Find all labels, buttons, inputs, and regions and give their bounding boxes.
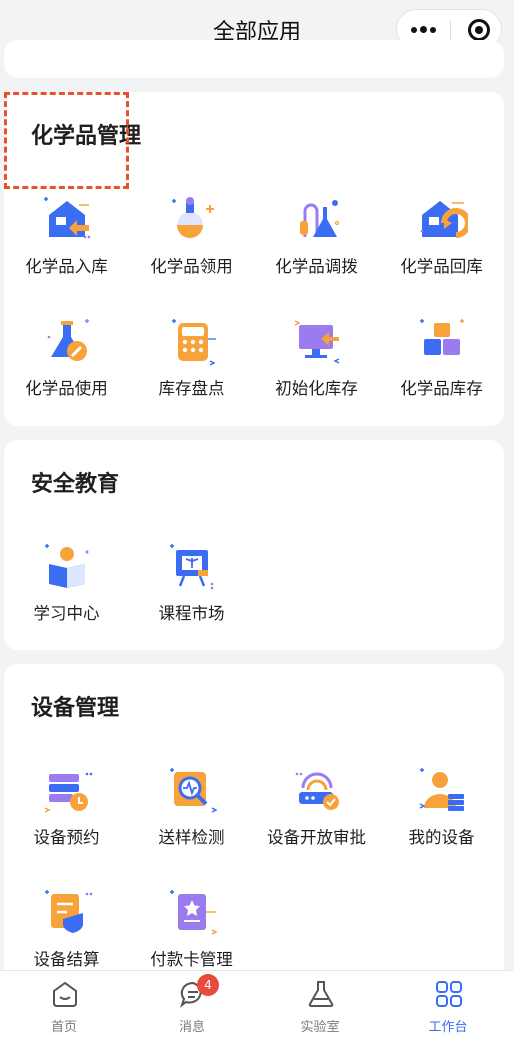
magnifier-pulse-icon bbox=[170, 768, 218, 813]
dot-icon bbox=[420, 26, 427, 33]
dot-icon bbox=[430, 27, 436, 33]
dot-icon bbox=[411, 27, 417, 33]
tab-home[interactable]: 首页 bbox=[0, 971, 128, 1042]
app-chemical-inbound[interactable]: 化学品入库 bbox=[4, 183, 129, 293]
app-chemical-usage[interactable]: 化学品使用 bbox=[4, 305, 129, 415]
app-chemical-stock[interactable]: 化学品库存 bbox=[379, 305, 504, 415]
boxes-stack-icon bbox=[420, 319, 464, 355]
app-label: 设备开放审批 bbox=[267, 828, 366, 847]
app-label: 化学品入库 bbox=[25, 257, 108, 276]
flask-hand-icon bbox=[172, 197, 214, 238]
capsule-divider bbox=[450, 20, 451, 40]
previous-section-card bbox=[4, 40, 504, 78]
calculator-icon bbox=[172, 319, 216, 366]
app-label: 设备预约 bbox=[33, 828, 100, 847]
section-title: 设备管理 bbox=[31, 696, 120, 721]
grid-apps-icon bbox=[436, 981, 462, 1007]
test-tube-transfer-icon bbox=[300, 200, 340, 237]
monitor-import-icon bbox=[294, 320, 340, 364]
app-label: 学习中心 bbox=[33, 604, 100, 623]
app-label: 初始化库存 bbox=[275, 379, 358, 398]
reading-book-icon bbox=[45, 544, 89, 588]
app-label: 化学品库存 bbox=[400, 379, 483, 398]
app-label: 设备结算 bbox=[33, 950, 100, 969]
star-card-icon bbox=[170, 890, 218, 935]
flask-icon bbox=[308, 981, 334, 1007]
app-chemical-transfer[interactable]: 化学品调拨 bbox=[254, 183, 379, 293]
app-label: 化学品领用 bbox=[150, 257, 233, 276]
presentation-board-icon bbox=[170, 544, 214, 590]
tab-label: 首页 bbox=[50, 1020, 77, 1035]
tab-label: 工作台 bbox=[428, 1020, 468, 1035]
app-label: 化学品回库 bbox=[400, 257, 483, 276]
tab-messages[interactable]: 4 消息 bbox=[128, 971, 256, 1042]
app-inventory-check[interactable]: 库存盘点 bbox=[129, 305, 254, 415]
app-label: 库存盘点 bbox=[158, 379, 225, 398]
app-my-equipment[interactable]: 我的设备 bbox=[379, 754, 504, 864]
app-chemical-return[interactable]: 化学品回库 bbox=[379, 183, 504, 293]
app-learning-center[interactable]: 学习中心 bbox=[4, 530, 129, 640]
warehouse-return-icon bbox=[420, 201, 468, 238]
tab-label: 实验室 bbox=[300, 1020, 340, 1035]
section-title: 安全教育 bbox=[31, 472, 120, 497]
app-label: 付款卡管理 bbox=[150, 950, 233, 969]
app-sample-testing[interactable]: 送样检测 bbox=[129, 754, 254, 864]
app-initialize-inventory[interactable]: 初始化库存 bbox=[254, 305, 379, 415]
app-label: 送样检测 bbox=[158, 828, 225, 847]
warehouse-inbound-icon bbox=[44, 197, 91, 239]
app-course-market[interactable]: 课程市场 bbox=[129, 530, 254, 640]
user-server-icon bbox=[419, 768, 464, 811]
app-label: 课程市场 bbox=[158, 604, 225, 623]
close-miniprogram-icon[interactable] bbox=[468, 19, 490, 41]
tab-workbench[interactable]: 工作台 bbox=[384, 971, 512, 1042]
tab-bar: 首页 4 消息 实验室 工作台 bbox=[0, 970, 514, 1042]
app-label: 我的设备 bbox=[408, 828, 475, 847]
flask-edit-icon bbox=[47, 319, 89, 361]
selection-highlight bbox=[4, 92, 129, 189]
app-equipment-open-approval[interactable]: 设备开放审批 bbox=[254, 754, 379, 864]
schedule-clock-icon bbox=[44, 772, 93, 813]
app-label: 化学品使用 bbox=[25, 379, 108, 398]
router-approval-icon bbox=[295, 772, 339, 810]
unread-badge: 4 bbox=[197, 974, 219, 996]
app-equipment-booking[interactable]: 设备预约 bbox=[4, 754, 129, 864]
home-icon bbox=[53, 981, 77, 1007]
bill-shield-icon bbox=[45, 890, 93, 933]
app-chemical-requisition[interactable]: 化学品领用 bbox=[129, 183, 254, 293]
tab-lab[interactable]: 实验室 bbox=[256, 971, 384, 1042]
tab-label: 消息 bbox=[178, 1020, 205, 1035]
app-label: 化学品调拨 bbox=[275, 257, 358, 276]
